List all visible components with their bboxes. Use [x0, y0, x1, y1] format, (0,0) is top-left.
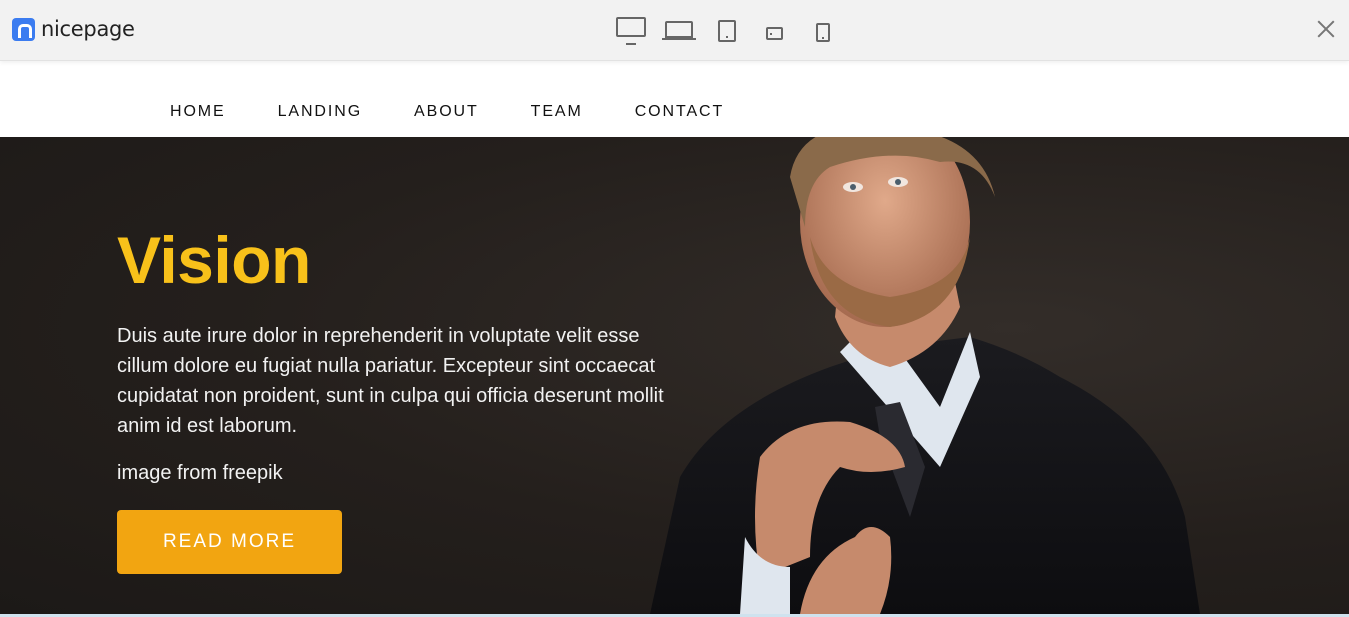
main-nav: HOME LANDING ABOUT TEAM CONTACT — [170, 103, 776, 121]
logo-text: nicepage — [41, 17, 135, 41]
nav-item-contact[interactable]: CONTACT — [635, 103, 724, 121]
nav-item-team[interactable]: TEAM — [531, 103, 583, 121]
hero-description: Duis aute irure dolor in reprehenderit i… — [117, 325, 664, 437]
hero-section: Vision Duis aute irure dolor in reprehen… — [0, 137, 1349, 614]
phone-icon[interactable] — [816, 23, 830, 42]
desktop-icon[interactable] — [616, 17, 646, 45]
hero-person-image — [650, 137, 1200, 614]
close-icon[interactable] — [1315, 18, 1337, 40]
nav-item-about[interactable]: ABOUT — [414, 103, 479, 121]
hero-title: Vision — [117, 223, 311, 297]
preview-toolbar: nicepage — [0, 0, 1349, 61]
read-more-button[interactable]: READ MORE — [117, 510, 342, 574]
laptop-icon[interactable] — [662, 21, 696, 40]
image-credit: image from freepik — [117, 462, 283, 484]
nav-item-landing[interactable]: LANDING — [278, 103, 362, 121]
nav-item-home[interactable]: HOME — [170, 103, 226, 121]
nicepage-logo-icon — [12, 17, 35, 41]
phone-landscape-icon[interactable] — [766, 27, 783, 40]
nicepage-logo[interactable]: nicepage — [12, 17, 135, 41]
tablet-icon[interactable] — [718, 20, 736, 42]
